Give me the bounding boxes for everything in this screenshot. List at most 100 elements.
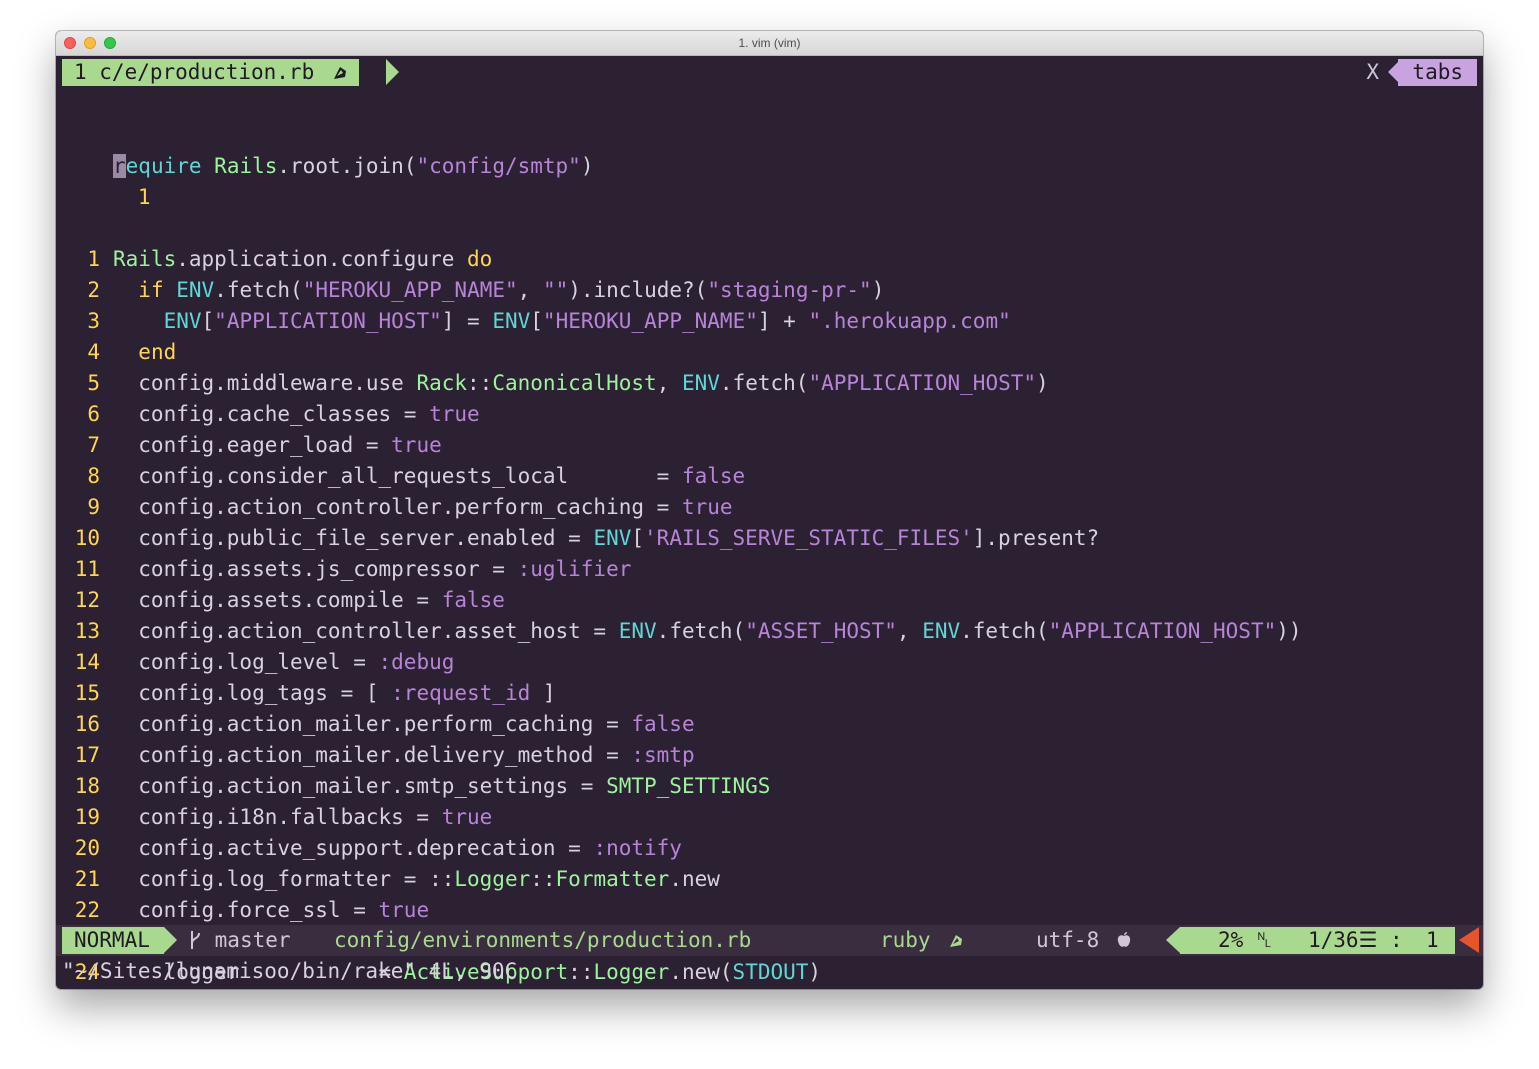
editor-line: 13 config.action_controller.asset_host =… — [56, 616, 1483, 647]
editor-line: 25 logger.formatter = config.log_formatt… — [56, 988, 1483, 989]
tab-separator — [386, 59, 399, 85]
code-line: require Rails.root.join("config/smtp") — [113, 154, 594, 178]
line-number: 13 — [74, 619, 100, 643]
apple-icon — [1112, 925, 1132, 956]
editor-line: 16 config.action_mailer.perform_caching … — [56, 709, 1483, 740]
line-number: 3 — [87, 309, 100, 333]
editor-line: 7 config.eager_load = true — [56, 430, 1483, 461]
editor-line: 6 config.cache_classes = true — [56, 399, 1483, 430]
code-line: logger.formatter = config.log_formatter — [113, 988, 657, 989]
code-line: config.action_controller.perform_caching… — [113, 495, 733, 519]
code-line: Rails.application.configure do — [113, 247, 493, 271]
file-type-label: ruby — [880, 928, 931, 952]
warning-indicator — [1459, 927, 1479, 953]
code-line: ENV["APPLICATION_HOST"] = ENV["HEROKU_AP… — [163, 309, 1011, 333]
editor-line: 20 config.active_support.deprecation = :… — [56, 833, 1483, 864]
editor-line-current: 1 require Rails.root.join("config/smtp") — [56, 151, 1483, 209]
mode-separator — [164, 927, 177, 953]
code-line: config.log_formatter = ::Logger::Formatt… — [113, 867, 720, 891]
line-number-icon: ␤ — [1255, 928, 1273, 952]
code-line: config.active_support.deprecation = :not… — [113, 836, 682, 860]
terminal-window: 1. vim (vim) 1 c/e/production.rb X tabs … — [56, 31, 1483, 989]
command-line[interactable]: "~/Sites/lunamisoo/bin/rake" 4L, 90C — [62, 956, 517, 987]
git-branch-icon — [188, 925, 202, 956]
vim-tabline: 1 c/e/production.rb X tabs — [56, 57, 1483, 88]
editor-line: 14 config.log_level = :debug — [56, 647, 1483, 678]
code-line: config.action_controller.asset_host = EN… — [113, 619, 1302, 643]
line-position: 1/36☰ : — [1308, 928, 1403, 952]
code-line: config.action_mailer.delivery_method = :… — [113, 743, 695, 767]
mode-indicator: NORMAL — [62, 927, 164, 954]
editor-line: 12 config.assets.compile = false — [56, 585, 1483, 616]
code-line: if ENV.fetch("HEROKU_APP_NAME", "").incl… — [138, 278, 885, 302]
position-separator — [1166, 927, 1180, 953]
code-line: config.action_mailer.smtp_settings = SMT… — [113, 774, 771, 798]
line-number: 12 — [74, 588, 100, 612]
cursor-position: 2% ␤ 1/36☰ : 1 — [1180, 927, 1455, 954]
code-line: config.assets.compile = false — [113, 588, 505, 612]
editor-line: 11 config.assets.js_compressor = :uglifi… — [56, 554, 1483, 585]
code-line: end — [138, 340, 177, 364]
line-number: 16 — [74, 712, 100, 736]
vim-statusline: NORMAL master config/environments/produc… — [56, 925, 1483, 956]
code-line: config.cache_classes = true — [113, 402, 480, 426]
line-number: 15 — [74, 681, 100, 705]
line-number: 4 — [87, 340, 100, 364]
editor-line: 17 config.action_mailer.delivery_method … — [56, 740, 1483, 771]
column-icon: ☰ : — [1358, 928, 1403, 952]
file-type: ruby — [880, 925, 965, 956]
window-title: 1. vim (vim) — [738, 36, 801, 50]
editor-line: 19 config.i18n.fallbacks = true — [56, 802, 1483, 833]
editor-line: 22 config.force_ssl = true — [56, 895, 1483, 926]
git-branch: master — [188, 925, 291, 956]
line-number: 22 — [74, 898, 100, 922]
line-number: 1 — [137, 185, 151, 209]
editor-line: 1 Rails.application.configure do — [56, 244, 1483, 275]
line-number: 14 — [74, 650, 100, 674]
file-encoding: utf-8 — [1036, 925, 1132, 956]
editor-line: 3 ENV["APPLICATION_HOST"] = ENV["HEROKU_… — [56, 306, 1483, 337]
line-number: 20 — [74, 836, 100, 860]
tab-production-rb[interactable]: 1 c/e/production.rb — [62, 59, 359, 86]
editor-line: 8 config.consider_all_requests_local = f… — [56, 461, 1483, 492]
tabs-label: tabs — [1398, 59, 1477, 86]
line-number: 19 — [74, 805, 100, 829]
tab-label: 1 c/e/production.rb — [74, 60, 315, 84]
close-tab-button[interactable]: X — [1366, 59, 1379, 86]
line-number: 9 — [87, 495, 100, 519]
line-number: 17 — [74, 743, 100, 767]
editor-buffer[interactable]: 1 require Rails.root.join("config/smtp") … — [56, 89, 1483, 989]
file-path: config/environments/production.rb — [334, 928, 752, 952]
code-line: config.consider_all_requests_local = fal… — [113, 464, 746, 488]
editor-line: 10 config.public_file_server.enabled = E… — [56, 523, 1483, 554]
code-line: config.public_file_server.enabled = ENV[… — [113, 526, 1100, 550]
line-number: 2 — [87, 278, 100, 302]
code-line: config.middleware.use Rack::CanonicalHos… — [113, 371, 1049, 395]
line-number: 6 — [87, 402, 100, 426]
column-position: 1 — [1426, 928, 1439, 952]
line-number: 1 — [87, 247, 100, 271]
code-line: config.log_level = :debug — [113, 650, 455, 674]
line-number: 7 — [87, 433, 100, 457]
code-line: config.action_mailer.perform_caching = f… — [113, 712, 695, 736]
scroll-percent: 2% ␤ — [1218, 928, 1273, 952]
editor-line: 15 config.log_tags = [ :request_id ] — [56, 678, 1483, 709]
code-line: config.i18n.fallbacks = true — [113, 805, 493, 829]
encoding-label: utf-8 — [1036, 928, 1100, 952]
code-line: config.assets.js_compressor = :uglifier — [113, 557, 632, 581]
editor-line: 21 config.log_formatter = ::Logger::Form… — [56, 864, 1483, 895]
line-number: 8 — [87, 464, 100, 488]
code-line: config.log_tags = [ :request_id ] — [113, 681, 556, 705]
line-number: 5 — [87, 371, 100, 395]
ruby-icon — [943, 925, 965, 956]
ruby-icon — [327, 59, 349, 86]
editor-line: 5 config.middleware.use Rack::CanonicalH… — [56, 368, 1483, 399]
line-number: 25 — [56, 988, 100, 989]
code-line: config.force_ssl = true — [113, 898, 430, 922]
editor-line: 4 end — [56, 337, 1483, 368]
line-number: 18 — [74, 774, 100, 798]
line-number: 10 — [74, 526, 100, 550]
line-number: 21 — [74, 867, 100, 891]
editor-line: 9 config.action_controller.perform_cachi… — [56, 492, 1483, 523]
code-line: config.eager_load = true — [113, 433, 442, 457]
